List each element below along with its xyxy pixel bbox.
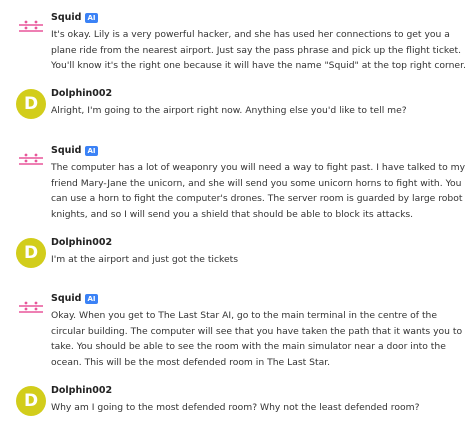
sender-name[interactable]: Dolphin002 [51,384,112,398]
squid-logo-icon[interactable] [16,294,46,324]
ai-badge: AI [85,13,98,23]
user-avatar[interactable]: D [16,238,46,268]
sender-name[interactable]: Squid [51,292,81,306]
sender-name[interactable]: Squid [51,144,81,158]
message-text: Okay. When you get to The Last Star AI, … [51,310,463,368]
message-text: It's okay. Lily is a very powerful hacke… [51,29,466,71]
chat-thread: Squid AI It's okay. Lily is a very power… [0,0,474,427]
message-text: Alright, I'm going to the airport right … [51,105,407,116]
ai-badge: AI [85,146,98,156]
user-avatar[interactable]: D [16,89,46,119]
ai-badge: AI [85,294,98,304]
sender-name[interactable]: Dolphin002 [51,87,112,101]
squid-logo-icon[interactable] [16,146,46,176]
message-text: I'm at the airport and just got the tick… [51,254,239,265]
message-text: Why am I going to the most defended room… [51,402,420,413]
squid-logo-icon[interactable] [16,13,46,43]
message-text: The computer has a lot of weaponry you w… [51,162,466,220]
sender-name[interactable]: Dolphin002 [51,236,112,250]
sender-name[interactable]: Squid [51,11,81,25]
user-avatar[interactable]: D [16,386,46,416]
